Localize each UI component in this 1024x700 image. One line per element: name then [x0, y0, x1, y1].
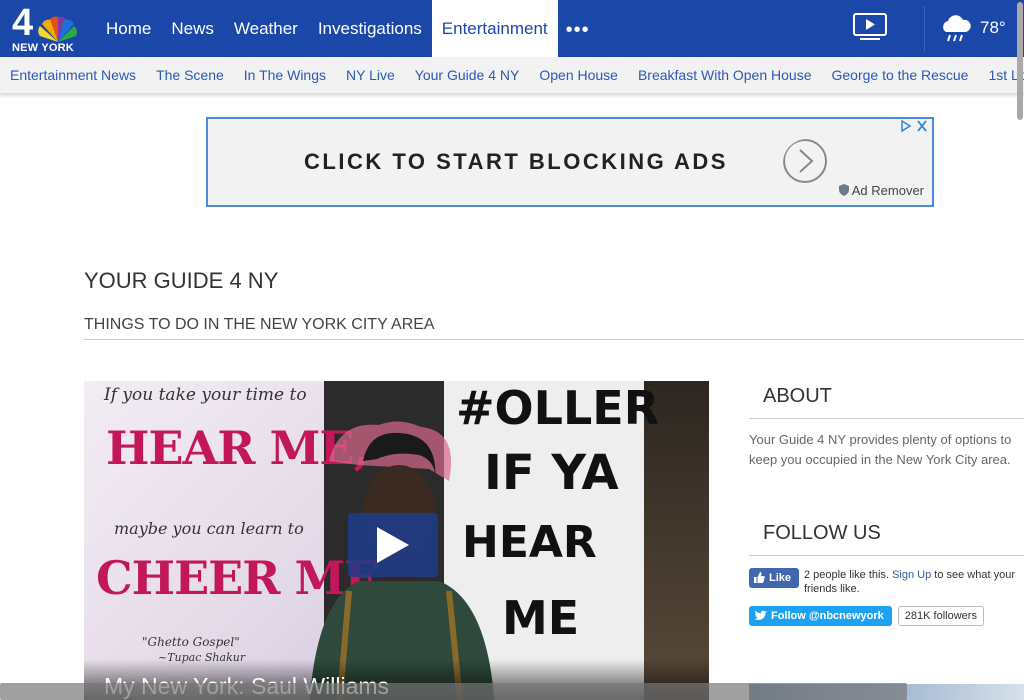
scrollbar-thumb[interactable] [1017, 2, 1023, 120]
page-title: YOUR GUIDE 4 NY [84, 268, 279, 293]
facebook-like-label: Like [769, 572, 792, 584]
header-divider [924, 6, 925, 52]
more-menu-button[interactable]: ••• [558, 0, 598, 57]
nav-home[interactable]: Home [96, 0, 161, 57]
section-divider [84, 339, 1024, 340]
peacock-icon [38, 16, 77, 42]
subnav-george-to-the-rescue[interactable]: George to the Rescue [832, 57, 969, 93]
logo-number: 4 [12, 2, 34, 44]
main-nav: Home News Weather Investigations Enterta… [96, 0, 598, 57]
follow-divider [749, 555, 1024, 556]
nav-weather[interactable]: Weather [224, 0, 308, 57]
subnav-open-house[interactable]: Open House [539, 57, 618, 93]
about-text: Your Guide 4 NY provides plenty of optio… [749, 432, 1012, 467]
vertical-scrollbar[interactable] [1016, 0, 1024, 120]
subnav-the-scene[interactable]: The Scene [156, 57, 224, 93]
page-subtitle: THINGS TO DO IN THE NEW YORK CITY AREA [84, 316, 435, 333]
video-play-icon[interactable] [852, 12, 888, 42]
play-icon [377, 527, 409, 563]
subnav-entertainment-news[interactable]: Entertainment News [10, 57, 136, 93]
facebook-like-count: 2 people like this. [804, 569, 889, 581]
video-wall-text: ME [502, 591, 580, 645]
nav-entertainment[interactable]: Entertainment [431, 0, 558, 57]
entertainment-subnav: Entertainment News The Scene In The Wing… [0, 57, 1024, 94]
facebook-like-button[interactable]: Like [749, 568, 799, 588]
rain-cloud-icon[interactable] [940, 14, 972, 44]
ad-choices-icon[interactable] [900, 119, 930, 133]
facebook-signup-link[interactable]: Sign Up [892, 569, 931, 581]
video-wall-text: maybe you can learn to [114, 519, 304, 538]
about-heading: ABOUT [763, 385, 832, 407]
ad-arrow-icon[interactable] [783, 139, 831, 187]
video-wall-text: IF YA [484, 445, 619, 501]
nav-news[interactable]: News [161, 0, 224, 57]
thumbs-up-icon [754, 572, 765, 583]
twitter-follow-label: Follow @nbcnewyork [771, 610, 884, 622]
ad-remover-text: Ad Remover [851, 183, 924, 198]
twitter-follow-widget: Follow @nbcnewyork 281K followers [749, 606, 984, 626]
video-wall-text: If you take your time to [104, 385, 307, 405]
subnav-in-the-wings[interactable]: In The Wings [244, 57, 326, 93]
twitter-follow-button[interactable]: Follow @nbcnewyork [749, 606, 892, 626]
twitter-bird-icon [754, 610, 767, 621]
about-section: ABOUT [749, 385, 832, 408]
top-navigation-bar: 4 NEW YORK Home News Weather Investigati… [0, 0, 1024, 57]
facebook-like-widget: Like 2 people like this. Sign Up to see … [749, 568, 1024, 595]
subnav-your-guide-4-ny[interactable]: Your Guide 4 NY [415, 57, 520, 93]
logo-city: NEW YORK [12, 42, 74, 54]
nbc-new-york-logo[interactable]: 4 NEW YORK [10, 2, 80, 54]
horizontal-scrollbar[interactable] [0, 683, 907, 700]
subnav-ny-live[interactable]: NY Live [346, 57, 395, 93]
follow-heading: FOLLOW US [763, 522, 881, 544]
about-divider [749, 418, 1024, 419]
ad-text[interactable]: CLICK TO START BLOCKING ADS [304, 149, 728, 175]
follow-section: FOLLOW US [749, 522, 881, 545]
ad-banner[interactable]: CLICK TO START BLOCKING ADS Ad Remover [206, 117, 934, 207]
shield-icon [838, 184, 849, 196]
featured-video[interactable]: If you take your time to HEAR ME, maybe … [84, 381, 709, 700]
twitter-follower-count[interactable]: 281K followers [897, 606, 984, 626]
video-wall-text: "Ghetto Gospel" [142, 635, 240, 649]
nav-investigations[interactable]: Investigations [308, 0, 432, 57]
video-play-button[interactable] [348, 513, 438, 577]
facebook-like-text: 2 people like this. Sign Up to see what … [804, 568, 1024, 596]
subnav-breakfast-with-open-house[interactable]: Breakfast With Open House [638, 57, 812, 93]
ad-remover-label: Ad Remover [838, 183, 924, 198]
temperature[interactable]: 78° [980, 18, 1006, 38]
